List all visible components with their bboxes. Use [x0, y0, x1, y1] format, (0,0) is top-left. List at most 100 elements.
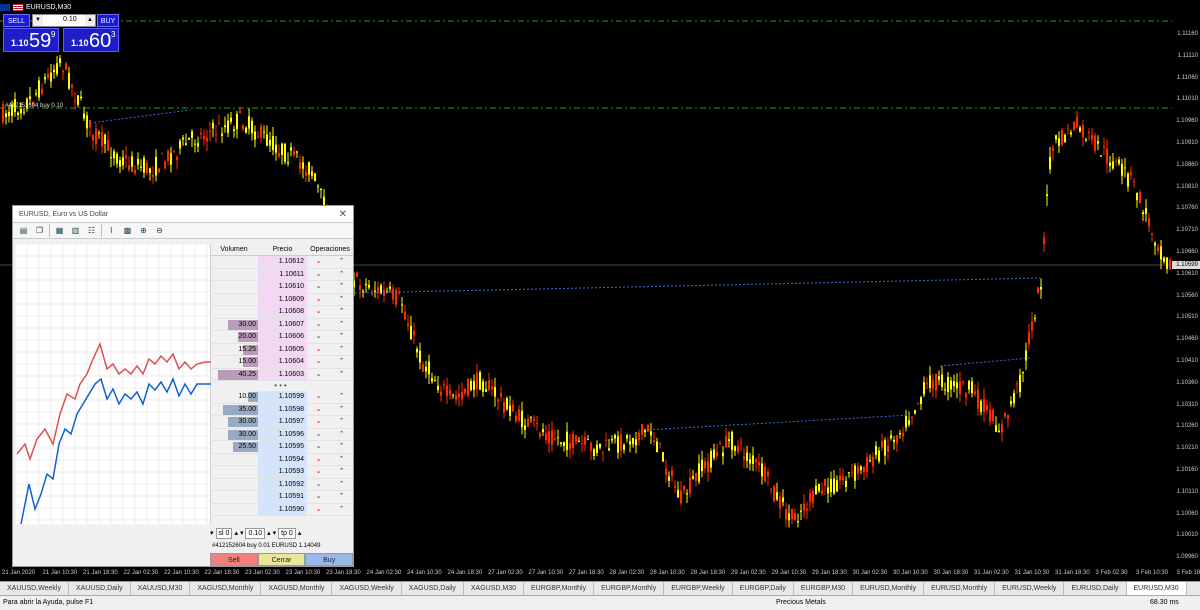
zoom-in-icon[interactable]: ⊕ — [137, 224, 150, 237]
depth-view-icon[interactable]: ▦ — [53, 224, 66, 237]
price-cell[interactable]: 1.10595 — [258, 441, 307, 453]
chart-line-icon[interactable]: ⌇ — [105, 224, 118, 237]
lot-increase-icon[interactable]: ▲ — [85, 15, 95, 26]
sell-limit-icon[interactable]: ⌄ — [307, 454, 330, 466]
buy-limit-icon[interactable]: ⌃ — [330, 356, 353, 368]
price-cell[interactable]: 1.10608 — [258, 306, 307, 318]
price-cell[interactable]: 1.10596 — [258, 428, 307, 440]
buy-limit-icon[interactable]: ⌃ — [330, 306, 353, 318]
buy-limit-icon[interactable]: ⌃ — [330, 416, 353, 428]
buy-limit-icon[interactable]: ⌃ — [330, 294, 353, 306]
price-cell[interactable]: 1.10598 — [258, 403, 307, 415]
price-cell[interactable]: 1.10594 — [258, 453, 307, 465]
buy-limit-icon[interactable]: ⌃ — [330, 281, 353, 293]
close-icon[interactable]: ✕ — [339, 206, 347, 223]
sell-limit-icon[interactable]: ⌄ — [307, 429, 330, 441]
columns-icon[interactable]: ▥ — [69, 224, 82, 237]
price-cell[interactable]: 1.10593 — [258, 466, 307, 478]
tp-decrease-icon[interactable]: ▾ — [273, 529, 277, 537]
price-cell[interactable]: 1.10607 — [258, 318, 307, 330]
chart-tab[interactable]: EURGBP,Weekly — [664, 582, 733, 595]
grid-icon[interactable]: ▩ — [121, 224, 134, 237]
price-cell[interactable]: 1.10599 — [258, 391, 307, 403]
buy-limit-icon[interactable]: ⌃ — [330, 404, 353, 416]
chart-tab[interactable]: EURGBP,M30 — [794, 582, 854, 595]
price-cell[interactable]: 1.10604 — [258, 356, 307, 368]
chart-tab[interactable]: EURUSD,Monthly — [924, 582, 996, 595]
dom-lot-field[interactable]: 0.10 — [245, 527, 266, 539]
dom-close-button[interactable]: Cerrar — [257, 553, 306, 566]
sl-decrease-icon[interactable]: ▾ — [210, 529, 214, 537]
chart-tab[interactable]: XAUUSD,Weekly — [0, 582, 69, 595]
sell-limit-icon[interactable]: ⌄ — [307, 369, 330, 381]
price-cell[interactable]: 1.10611 — [258, 268, 307, 280]
chart-tab[interactable]: EURUSD,M30 — [1126, 582, 1187, 595]
sell-limit-icon[interactable]: ⌄ — [307, 331, 330, 343]
price-cell[interactable]: 1.10609 — [258, 293, 307, 305]
bid-price-box[interactable]: 1.10 59 9 — [3, 28, 59, 52]
tp-field[interactable]: tp 0 — [278, 527, 296, 539]
buy-limit-icon[interactable]: ⌃ — [330, 269, 353, 281]
price-cell[interactable]: 1.10597 — [258, 416, 307, 428]
lot-input[interactable]: ▼ 0.10 ▲ — [32, 14, 96, 27]
chart-tab[interactable]: EURUSD,Daily — [1064, 582, 1127, 595]
dom-title-bar[interactable]: EURUSD, Euro vs US Dollar ✕ — [13, 206, 353, 223]
chart-tab[interactable]: XAGUSD,Monthly — [261, 582, 333, 595]
sell-limit-icon[interactable]: ⌄ — [307, 319, 330, 331]
chart-tab[interactable]: EURUSD,Weekly — [995, 582, 1065, 595]
sell-limit-icon[interactable]: ⌄ — [307, 466, 330, 478]
copy-icon[interactable]: ❐ — [33, 224, 46, 237]
sell-limit-icon[interactable]: ⌄ — [307, 491, 330, 503]
chart-tab[interactable]: EURGBP,Monthly — [524, 582, 595, 595]
sell-limit-icon[interactable]: ⌄ — [307, 416, 330, 428]
chart-tab[interactable]: XAUUSD,M30 — [131, 582, 191, 595]
buy-limit-icon[interactable]: ⌃ — [330, 441, 353, 453]
ladder-icon[interactable]: ☷ — [85, 224, 98, 237]
sell-limit-icon[interactable]: ⌄ — [307, 391, 330, 403]
chart-tab[interactable]: EURGBP,Daily — [733, 582, 794, 595]
sell-limit-icon[interactable]: ⌄ — [307, 269, 330, 281]
zoom-out-icon[interactable]: ⊖ — [153, 224, 166, 237]
buy-limit-icon[interactable]: ⌃ — [330, 256, 353, 268]
sell-limit-icon[interactable]: ⌄ — [307, 441, 330, 453]
buy-limit-icon[interactable]: ⌃ — [330, 454, 353, 466]
buy-limit-icon[interactable]: ⌃ — [330, 391, 353, 403]
tp-increase-icon[interactable]: ▴ — [298, 529, 302, 537]
sell-limit-icon[interactable]: ⌄ — [307, 479, 330, 491]
chart-tab[interactable]: EURGBP,Monthly — [594, 582, 665, 595]
dom-buy-button[interactable]: Buy — [305, 553, 354, 566]
sl-field[interactable]: sl 0 — [215, 527, 233, 539]
chart-tab[interactable]: XAGUSD,Daily — [402, 582, 464, 595]
buy-limit-icon[interactable]: ⌃ — [330, 319, 353, 331]
buy-limit-icon[interactable]: ⌃ — [330, 479, 353, 491]
price-cell[interactable]: 1.10610 — [258, 281, 307, 293]
price-cell[interactable]: 1.10590 — [258, 503, 307, 515]
dom-sell-button[interactable]: Sell — [210, 553, 258, 566]
chart-tab[interactable]: EURUSD,Monthly — [853, 582, 925, 595]
price-cell[interactable]: 1.10592 — [258, 478, 307, 490]
buy-limit-icon[interactable]: ⌃ — [330, 344, 353, 356]
chart-tab[interactable]: XAGUSD,M30 — [464, 582, 524, 595]
sell-limit-icon[interactable]: ⌄ — [307, 504, 330, 516]
tick-chart-icon[interactable]: ▤ — [17, 224, 30, 237]
ask-price-box[interactable]: 1.10 60 3 — [63, 28, 119, 52]
price-cell[interactable]: 1.10603 — [258, 368, 307, 380]
lot-increase-icon[interactable]: ▴ — [267, 529, 271, 537]
price-cell[interactable]: 1.10612 — [258, 256, 307, 268]
price-cell[interactable]: 1.10606 — [258, 331, 307, 343]
buy-limit-icon[interactable]: ⌃ — [330, 491, 353, 503]
chart-tab[interactable]: XAGUSD,Monthly — [190, 582, 262, 595]
chart-tab[interactable]: XAGUSD,Weekly — [332, 582, 402, 595]
sell-limit-icon[interactable]: ⌄ — [307, 256, 330, 268]
chart-tab[interactable]: XAUUSD,Daily — [69, 582, 131, 595]
buy-limit-icon[interactable]: ⌃ — [330, 331, 353, 343]
buy-limit-icon[interactable]: ⌃ — [330, 429, 353, 441]
buy-limit-icon[interactable]: ⌃ — [330, 466, 353, 478]
price-cell[interactable]: 1.10591 — [258, 491, 307, 503]
lot-decrease-icon[interactable]: ▾ — [240, 529, 244, 537]
sl-increase-icon[interactable]: ▴ — [234, 529, 238, 537]
sell-limit-icon[interactable]: ⌄ — [307, 306, 330, 318]
buy-button[interactable]: BUY — [97, 14, 119, 27]
sell-limit-icon[interactable]: ⌄ — [307, 356, 330, 368]
sell-button[interactable]: SELL — [3, 14, 30, 27]
